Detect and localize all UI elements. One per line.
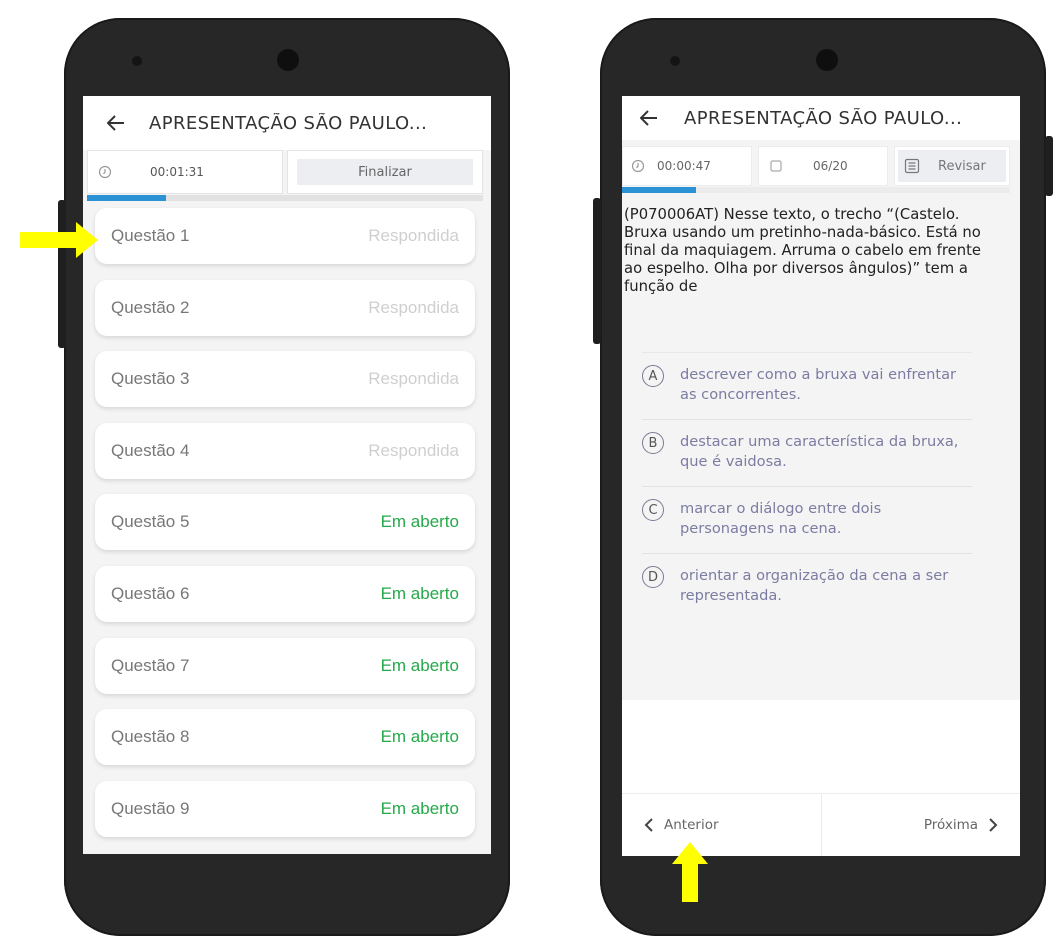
- side-button: [593, 198, 601, 344]
- question-item-3[interactable]: Questão 3 Respondida: [95, 351, 475, 408]
- back-arrow-icon[interactable]: [105, 112, 127, 134]
- page-title: APRESENTAÇÃO SÃO PAULO...: [684, 107, 963, 129]
- alternative-b[interactable]: B destacar uma característica da bruxa, …: [642, 419, 972, 486]
- question-name: Questão 7: [111, 655, 190, 675]
- alternative-c[interactable]: C marcar o diálogo entre dois personagen…: [642, 486, 972, 553]
- phone-right: APRESENTAÇÃO SÃO PAULO... 00:00:47 06/20…: [593, 18, 1053, 936]
- app-header: APRESENTAÇÃO SÃO PAULO...: [622, 96, 1020, 140]
- question-counter: 06/20: [758, 146, 888, 186]
- timer-display: 00:00:47: [622, 146, 752, 186]
- progress-bar: [87, 195, 483, 201]
- question-status: Em aberto: [380, 512, 459, 532]
- alternative-letter: D: [642, 566, 664, 588]
- finalize-cell: Finalizar: [287, 150, 483, 194]
- front-camera: [277, 49, 299, 71]
- timer-display: 00:01:31: [87, 150, 283, 194]
- question-status: Em aberto: [380, 727, 459, 747]
- page-icon: [770, 160, 782, 172]
- question-item-9[interactable]: Questão 9 Em aberto: [95, 780, 475, 837]
- toolbar: 00:00:47 06/20 Revisar: [622, 146, 1010, 186]
- phone-left: APRESENTAÇÃO SÃO PAULO... 00:01:31 Final…: [58, 18, 510, 936]
- question-status: Respondida: [368, 440, 459, 460]
- question-name: Questão 2: [111, 297, 190, 317]
- toolbar: 00:01:31 Finalizar: [87, 150, 483, 194]
- review-label: Revisar: [938, 158, 986, 174]
- front-camera: [816, 49, 838, 71]
- clock-icon: [98, 165, 112, 179]
- alternative-text: marcar o diálogo entre dois personagens …: [680, 500, 882, 537]
- alternative-text: destacar uma característica da bruxa, qu…: [680, 433, 959, 470]
- speaker: [670, 56, 680, 66]
- page-title: APRESENTAÇÃO SÃO PAULO...: [149, 112, 428, 134]
- speaker: [132, 56, 142, 66]
- question-text: (P070006AT) Nesse texto, o trecho “(Cast…: [624, 206, 981, 295]
- question-name: Questão 5: [111, 512, 190, 532]
- progress-fill: [87, 195, 167, 201]
- previous-label: Anterior: [664, 817, 719, 833]
- question-name: Questão 9: [111, 798, 190, 818]
- question-list: Questão 1 Respondida Questão 2 Respondida …: [95, 208, 475, 852]
- alternative-text: descrever como a bruxa vai enfrentar as …: [680, 366, 957, 403]
- back-arrow-icon[interactable]: [638, 107, 660, 129]
- review-button[interactable]: Revisar: [898, 150, 1006, 182]
- finalize-button[interactable]: Finalizar: [297, 159, 473, 185]
- question-item-6[interactable]: Questão 6 Em aberto: [95, 565, 475, 622]
- question-name: Questão 6: [111, 583, 190, 603]
- pointer-arrow-icon: [20, 222, 98, 258]
- alternative-a[interactable]: A descrever como a bruxa vai enfrentar a…: [642, 352, 972, 419]
- timer-text: 00:00:47: [657, 159, 711, 173]
- question-item-8[interactable]: Questão 8 Em aberto: [95, 709, 475, 766]
- question-item-4[interactable]: Questão 4 Respondida: [95, 422, 475, 479]
- timer-text: 00:01:31: [150, 165, 204, 179]
- screen-question-detail: APRESENTAÇÃO SÃO PAULO... 00:00:47 06/20…: [622, 96, 1020, 856]
- next-label: Próxima: [923, 817, 978, 833]
- question-name: Questão 3: [111, 369, 190, 389]
- alternative-text: orientar a organização da cena a ser rep…: [680, 567, 949, 604]
- question-status: Em aberto: [380, 655, 459, 675]
- screen-question-list: APRESENTAÇÃO SÃO PAULO... 00:01:31 Final…: [83, 96, 491, 854]
- question-status: Respondida: [368, 369, 459, 389]
- question-name: Questão 8: [111, 727, 190, 747]
- question-item-1[interactable]: Questão 1 Respondida: [95, 208, 475, 264]
- alternative-letter: B: [642, 432, 664, 454]
- alternative-d[interactable]: D orientar a organização da cena a ser r…: [642, 553, 972, 620]
- counter-text: 06/20: [813, 159, 848, 173]
- progress-bar: [622, 187, 1010, 193]
- question-status: Em aberto: [380, 798, 459, 818]
- question-name: Questão 4: [111, 440, 190, 460]
- next-button[interactable]: Próxima: [821, 794, 1020, 856]
- question-status: Respondida: [368, 226, 459, 245]
- previous-button[interactable]: Anterior: [622, 794, 822, 856]
- review-cell: Revisar: [894, 146, 1010, 186]
- side-button: [1045, 136, 1053, 196]
- question-item-2[interactable]: Questão 2 Respondida: [95, 279, 475, 336]
- question-name: Questão 1: [111, 226, 190, 245]
- question-status: Em aberto: [380, 583, 459, 603]
- chevron-left-icon: [644, 818, 653, 832]
- alternative-letter: A: [642, 365, 664, 387]
- clock-icon: [631, 159, 645, 173]
- alternative-letter: C: [642, 499, 664, 521]
- question-item-5[interactable]: Questão 5 Em aberto: [95, 494, 475, 551]
- alternatives-list: A descrever como a bruxa vai enfrentar a…: [642, 352, 972, 620]
- question-status: Respondida: [368, 297, 459, 317]
- question-item-7[interactable]: Questão 7 Em aberto: [95, 637, 475, 694]
- progress-fill: [622, 187, 696, 193]
- review-list-icon: [904, 158, 920, 174]
- chevron-right-icon: [989, 818, 998, 832]
- app-header: APRESENTAÇÃO SÃO PAULO...: [83, 96, 491, 150]
- pointer-arrow-icon: [672, 842, 708, 902]
